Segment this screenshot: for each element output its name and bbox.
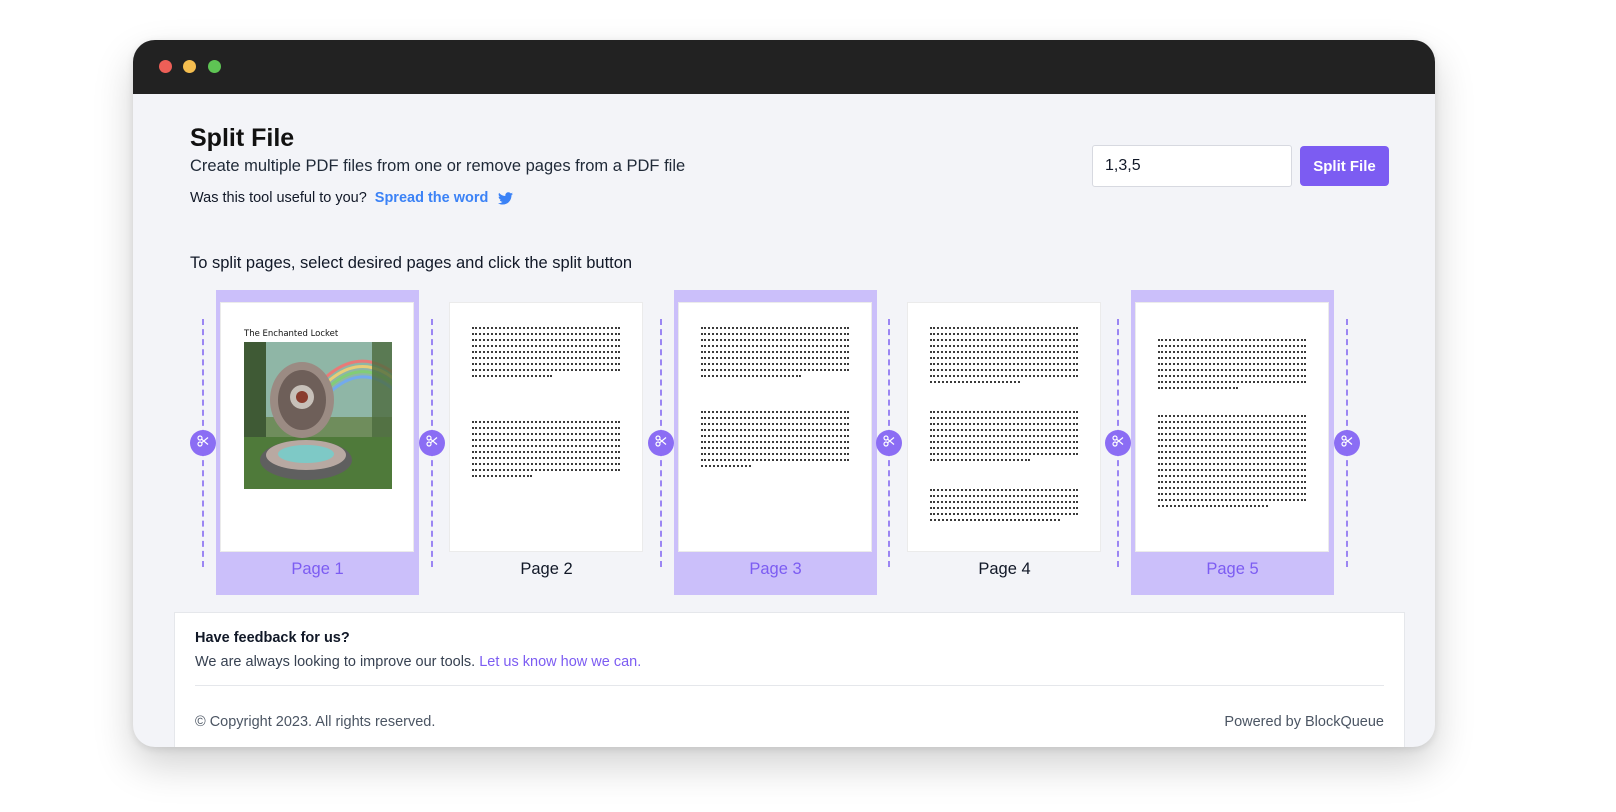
feedback-text: We are always looking to improve our too… — [195, 654, 641, 670]
page-card-1[interactable]: The Enchanted Locket Page 1 — [216, 290, 419, 595]
maximize-window-button[interactable] — [208, 60, 221, 73]
page-thumbnail — [907, 302, 1101, 552]
page-label: Page 2 — [520, 560, 573, 578]
split-instruction: To split pages, select desired pages and… — [190, 254, 633, 272]
split-file-button[interactable]: Split File — [1300, 146, 1389, 186]
page-card-2[interactable]: Page 2 — [445, 290, 648, 595]
split-marker-button[interactable] — [1105, 430, 1131, 456]
page-card-3[interactable]: Page 3 — [674, 290, 877, 595]
split-marker-button[interactable] — [648, 430, 674, 456]
spread-the-word-link[interactable]: Spread the word — [375, 190, 489, 206]
scissors-icon — [197, 434, 209, 452]
scissors-icon — [655, 434, 667, 452]
page-label: Page 5 — [1206, 560, 1259, 578]
feedback-link[interactable]: Let us know how we can. — [479, 654, 641, 670]
document-title: The Enchanted Locket — [244, 329, 339, 339]
useful-prompt: Was this tool useful to you? — [190, 190, 367, 206]
page-card-5[interactable]: Page 5 — [1131, 290, 1334, 595]
split-marker-button[interactable] — [419, 430, 445, 456]
app-window: Split File Create multiple PDF files fro… — [133, 40, 1435, 747]
scissors-icon — [1112, 434, 1124, 452]
page-card-4[interactable]: Page 4 — [903, 290, 1106, 595]
pages-input[interactable] — [1092, 145, 1292, 187]
share-row: Was this tool useful to you? Spread the … — [190, 190, 514, 206]
minimize-window-button[interactable] — [183, 60, 196, 73]
page-label: Page 4 — [978, 560, 1031, 578]
scissors-icon — [883, 434, 895, 452]
page-thumbnail — [1135, 302, 1329, 552]
page-thumbnail: The Enchanted Locket — [220, 302, 414, 552]
page-thumbnail — [449, 302, 643, 552]
divider — [195, 685, 1384, 686]
scissors-icon — [1341, 434, 1353, 452]
feedback-panel: Have feedback for us? We are always look… — [174, 612, 1405, 747]
twitter-icon[interactable] — [498, 191, 514, 205]
split-marker-button[interactable] — [1334, 430, 1360, 456]
powered-by-text: Powered by BlockQueue — [1224, 714, 1384, 730]
feedback-title: Have feedback for us? — [195, 630, 350, 646]
split-marker-button[interactable] — [876, 430, 902, 456]
page-thumbnail — [678, 302, 872, 552]
window-titlebar — [133, 40, 1435, 94]
main-content: Split File Create multiple PDF files fro… — [133, 94, 1435, 747]
page-label: Page 3 — [749, 560, 802, 578]
locket-illustration — [244, 342, 392, 489]
scissors-icon — [426, 434, 438, 452]
page-title: Split File — [190, 124, 295, 152]
feedback-message: We are always looking to improve our too… — [195, 654, 476, 670]
page-label: Page 1 — [291, 560, 344, 578]
close-window-button[interactable] — [159, 60, 172, 73]
split-marker-button[interactable] — [190, 430, 216, 456]
page-subtitle: Create multiple PDF files from one or re… — [190, 157, 686, 175]
copyright-text: © Copyright 2023. All rights reserved. — [195, 714, 436, 730]
